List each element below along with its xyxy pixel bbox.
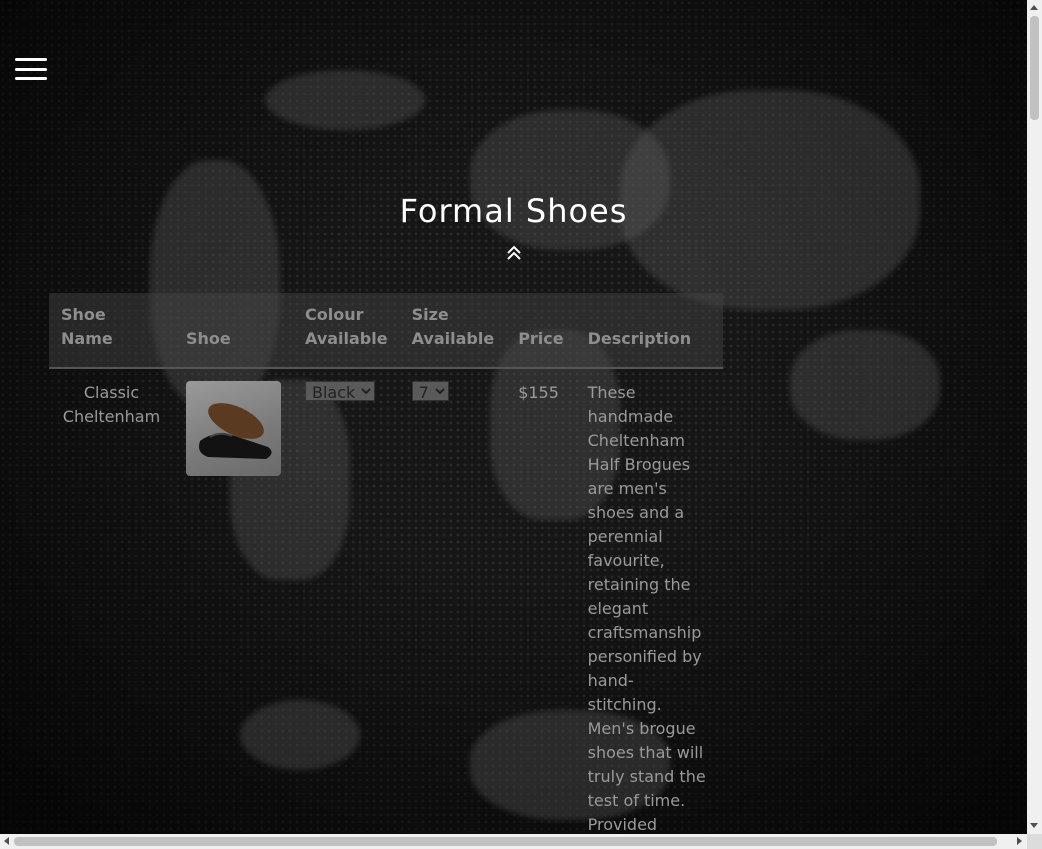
double-chevron-up-icon[interactable] <box>505 244 523 262</box>
menu-bar <box>15 67 47 71</box>
table-row: Classic Cheltenham Black 7 $155 These ha… <box>49 368 723 834</box>
shoes-table: Shoe Name Shoe Colour Available Size Ava… <box>49 293 723 834</box>
description-cell: These handmade Cheltenham Half Brogues a… <box>576 368 723 834</box>
shoes-table-container: Shoe Name Shoe Colour Available Size Ava… <box>49 293 723 834</box>
vertical-scroll-thumb[interactable] <box>1030 16 1039 120</box>
size-select[interactable]: 7 <box>411 381 449 401</box>
header-size: Size Available <box>411 305 495 348</box>
menu-bar <box>15 77 47 80</box>
shoe-name-cell: Classic Cheltenham <box>62 383 161 426</box>
menu-icon[interactable] <box>15 58 47 80</box>
shoe-description: These handmade Cheltenham Half Brogues a… <box>587 383 706 834</box>
table-header-row: Shoe Name Shoe Colour Available Size Ava… <box>49 293 723 368</box>
shoe-image-cell <box>174 368 293 834</box>
vertical-scrollbar[interactable] <box>1027 0 1042 834</box>
horizontal-scroll-thumb[interactable] <box>14 837 997 846</box>
scroll-right-arrow-icon[interactable] <box>1017 837 1022 845</box>
header-colour: Colour Available <box>305 305 388 348</box>
shoe-image[interactable] <box>186 381 281 476</box>
colour-cell: Black <box>293 368 400 834</box>
header-shoe: Shoe <box>186 329 231 348</box>
shoe-icon <box>199 403 272 459</box>
scrollbar-corner <box>1027 834 1042 849</box>
size-cell: 7 <box>400 368 507 834</box>
header-price: Price <box>518 329 564 348</box>
scroll-left-arrow-icon[interactable] <box>4 837 9 845</box>
scroll-up-arrow-icon[interactable] <box>1030 5 1038 10</box>
horizontal-scrollbar[interactable] <box>0 834 1027 849</box>
page-viewport: Formal Shoes Shoe Name Shoe Colour Avail… <box>0 0 1027 834</box>
price-cell: $155 <box>518 383 559 402</box>
page-title: Formal Shoes <box>399 192 628 230</box>
scroll-down-arrow-icon[interactable] <box>1030 823 1038 828</box>
map-decoration <box>265 70 425 130</box>
map-decoration <box>790 330 940 440</box>
colour-select[interactable]: Black <box>305 381 375 401</box>
menu-bar <box>15 58 47 61</box>
header-description: Description <box>587 329 692 348</box>
header-shoe-name: Shoe Name <box>61 305 113 348</box>
